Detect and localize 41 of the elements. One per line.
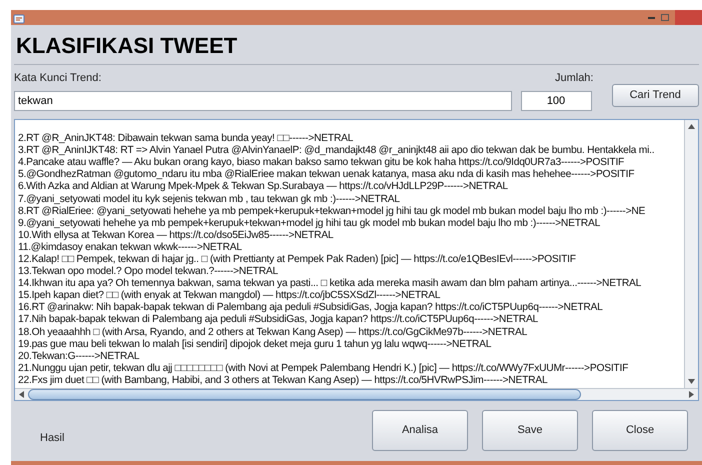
analyze-button[interactable]: Analisa xyxy=(372,410,468,451)
tweet-result-line: 12.Kalap! □□ Pempek, tekwan di hajar jg.. □ (with Prettianty at Pempek Pak Raden) [pic] — https://t.co/e1QBesIEvl------>POSITIF xyxy=(18,254,576,266)
count-label: Jumlah: xyxy=(554,71,594,86)
keyword-label: Kata Kunci Trend: xyxy=(14,71,102,86)
tweet-result-line: 10.With ellysa at Tekwan Korea — https://t.co/dso5EiJw85------>NETRAL xyxy=(18,230,334,242)
tweet-result-line: 20.Tekwan:G------>NETRAL xyxy=(18,350,140,363)
tweet-result-line: 15.Ipeh kapan diet? □□ (with enyak at Tekwan mangdol) — https://t.co/jbC5SXSdZl------>NETRAL xyxy=(18,290,440,302)
result-label: Hasil xyxy=(40,431,66,446)
minimize-icon[interactable] xyxy=(648,16,655,18)
tweet-result-line: 8.RT @RialEriee: @yani_setyowati hehehe ya mb pempek+kerupuk+tekwan+model jg hihi tau gk model mb bukan model baju lho mb :)------>NE xyxy=(18,206,646,218)
app-icon xyxy=(13,12,25,24)
close-button[interactable]: Close xyxy=(592,410,688,451)
tweet-result-line: 22.Fxs jim duet □□ (with Bambang, Habibi, and 3 others at Tekwan Kang Asep) — https://t.co/5HVRwPSJim------>NETRAL xyxy=(18,374,548,387)
tweet-result-line: 7.@yani_setyowati model itu kyk sejenis tekwan mb , tau tekwan gk mb :)------>NETRAL xyxy=(18,194,400,206)
tweet-result-line: 9.@yani_setyowati hehehe ya mb pempek+kerupuk+tekwan+model jg hihi tau gk model mb bukan model baju lho mb :)------>NETRAL xyxy=(18,218,600,230)
scroll-right-icon[interactable] xyxy=(689,391,694,398)
tweet-result-line: 5.@GondhezRatman @gutomo_ndaru itu mba @RialEriee makan tekwan uenak katanya, masa aku nda di kasih mas hehehee------>POSITIF xyxy=(18,169,634,182)
maximize-icon[interactable] xyxy=(661,14,669,21)
tweet-result-line: 13.Tekwan opo model.? Opo model tekwan.?------>NETRAL xyxy=(18,266,278,278)
keyword-field[interactable]: tekwan xyxy=(14,91,512,111)
tweet-result-line: 16.RT @arinakw: Nih bapak-bapak tekwan di Palembang aja peduli #SubsidiGas, Jogja kapan? https://t.co/iCT5PUup6q------>NETRAL xyxy=(18,302,603,314)
scroll-up-icon[interactable] xyxy=(688,124,695,129)
tweet-result-line: 4.Pancake atau waffle? — Aku bukan orang kayo, biaso makan bakso samo tekwan gitu be kok haha https://t.co/9Idq0UR7a3------>POSITIF xyxy=(18,157,624,170)
horizontal-scrollbar[interactable] xyxy=(15,388,698,400)
tweet-result-line: 19.pas gue mau beli tekwan lo malah [isi sendiri] dipojok deket meja guru 1 tahun yg lalu wqwq------>NETRAL xyxy=(18,338,492,351)
page-title: KLASIFIKASI TWEET xyxy=(16,32,238,60)
count-field[interactable]: 100 xyxy=(520,91,592,111)
save-button[interactable]: Save xyxy=(482,410,578,451)
vertical-scrollbar[interactable] xyxy=(684,120,698,388)
tweet-result-line: 3.RT @R_AninIJKT48: RT => Alvin Yanael Putra @AlvinYanaelP: @d_mandajkt48 @r_aninjkt48 aii apo dio tekwan dak be bumbu. Hentakkela mi.. xyxy=(18,145,654,158)
tweet-result-line: 6.With Azka and Aldian at Warung Mpek-Mpek & Tekwan Sp.Surabaya — https://t.co/vHJdLLP29P------>NETRAL xyxy=(18,181,508,194)
tweet-result-line: 11.@kimdasoy enakan tekwan wkwk------>NETRAL xyxy=(18,242,242,254)
tweet-result-line: 17.Nih bapak-bapak tekwan di Palembang aja peduli #SubsidiGas, Jogja kapan? https://t.co/iCT5PUup6q------>NETRAL xyxy=(18,314,538,327)
scroll-thumb[interactable] xyxy=(28,389,581,400)
scroll-left-icon[interactable] xyxy=(19,391,24,398)
tweet-result-line: 21.Nunggu ujan petir, tekwan dlu ajj □□□□□□□□ (with Novi at Pempek Palembang Hendri K.) [pic] — https://t.co/WWy7FxUUMr------>POSITIF xyxy=(18,362,628,375)
scroll-down-icon[interactable] xyxy=(688,379,695,384)
search-trend-button[interactable]: Cari Trend xyxy=(612,84,699,107)
tweet-result-line: 18.Oh yeaaahhh □ (with Arsa, Ryando, and 2 others at Tekwan Kang Asep) — https://t.co/GgCikMe97b------>NETRAL xyxy=(18,326,528,339)
tweet-result-line: 2.RT @R_AninJKT48: Dibawain tekwan sama bunda yeay! □□------>NETRAL xyxy=(18,133,354,146)
tweet-result-line: 14.Ikhwan itu apa ya? Oh temennya bakwan, sama tekwan ya pasti... □ ketika ada mereka masih awam dan blm paham artinya...------>NETRAL xyxy=(18,278,642,290)
